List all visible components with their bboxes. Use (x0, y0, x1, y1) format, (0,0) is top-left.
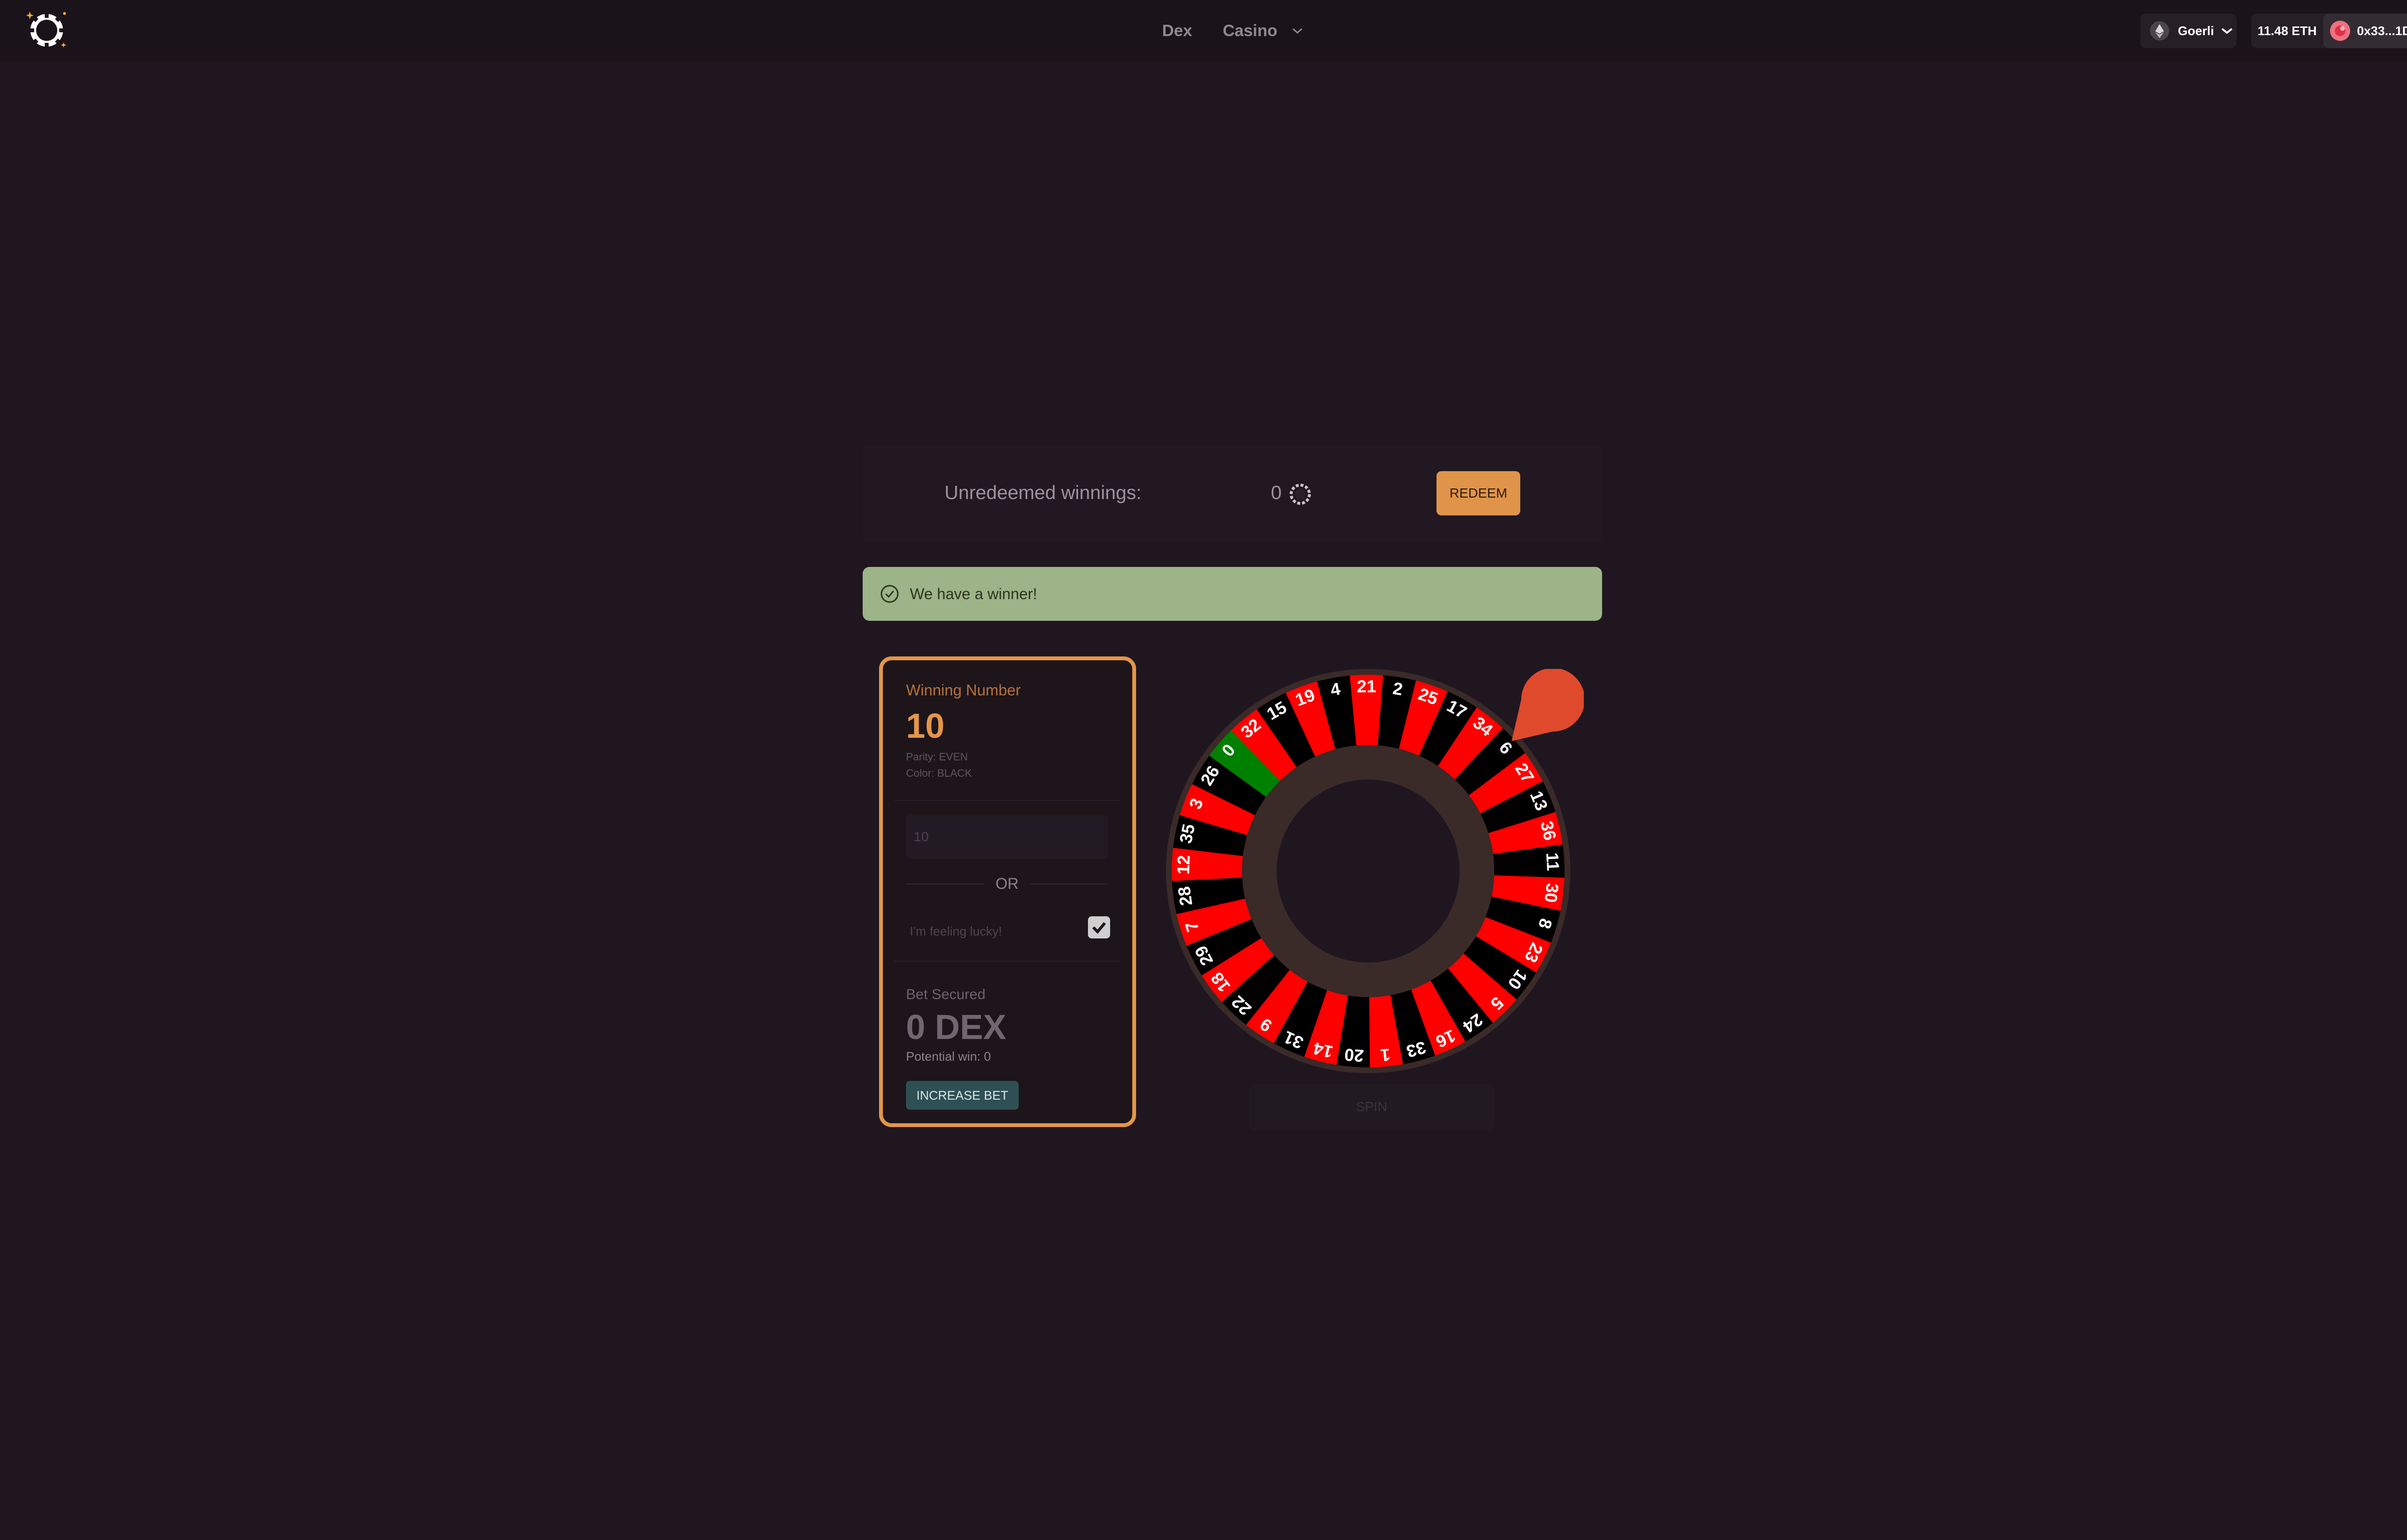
potential-win: Potential win: 0 (906, 1049, 991, 1064)
bet-secured-label: Bet Secured (906, 987, 986, 1002)
alert-message: We have a winner! (910, 585, 1037, 603)
wheel-number: 11 (1542, 852, 1563, 871)
wheel-number: 20 (1344, 1045, 1364, 1066)
increase-bet-button[interactable]: INCREASE BET (906, 1081, 1019, 1110)
eth-balance: 11.48 ETH (2257, 23, 2317, 38)
or-divider: OR (906, 875, 1108, 893)
nav-casino[interactable]: Casino (1223, 0, 1303, 62)
network-name: Goerli (2178, 23, 2214, 38)
account-button[interactable]: 0x33...1D99 (2323, 13, 2407, 48)
nav-dex-label: Dex (1162, 21, 1192, 40)
chip-icon (1290, 484, 1311, 505)
wheel-number: 35 (1176, 822, 1199, 846)
winnings-label: Unredeemed winnings: (945, 482, 1142, 503)
nav-casino-label: Casino (1223, 21, 1278, 40)
casino-chip-logo-icon[interactable] (25, 9, 68, 52)
bet-secured-value: 0 DEX (906, 1008, 1007, 1047)
wallet-pill[interactable]: 11.48 ETH 0x33...1D99 (2251, 13, 2407, 48)
spin-button[interactable]: SPIN (1249, 1084, 1494, 1130)
or-label: OR (996, 875, 1019, 892)
chevron-down-icon (2221, 28, 2233, 34)
divider (894, 961, 1121, 962)
color-text: Color: BLACK (906, 767, 972, 779)
parity-text: Parity: EVEN (906, 751, 968, 763)
wheel-hub (1277, 780, 1460, 962)
nav-dex[interactable]: Dex (1162, 0, 1192, 62)
lucky-label: I'm feeling lucky! (910, 924, 1002, 938)
winnings-card: Unredeemed winnings: 0 REDEEM (863, 446, 1602, 542)
bet-panel: Winning Number 10 Parity: EVEN Color: BL… (879, 656, 1136, 1127)
wheel-number: 30 (1541, 882, 1563, 904)
wheel-number: 21 (1357, 676, 1376, 696)
redeem-button[interactable]: REDEEM (1436, 471, 1520, 515)
chevron-down-icon (1293, 28, 1303, 34)
check-circle-icon (880, 585, 899, 603)
wheel-number: 12 (1173, 855, 1193, 874)
wheel-number: 28 (1174, 885, 1196, 907)
winning-number-value: 10 (906, 707, 945, 745)
account-address: 0x33...1D99 (2357, 23, 2407, 38)
top-bar: Dex Casino Goerli 11.48 ETH 0x33...1D99 (0, 0, 2407, 62)
bet-number-input[interactable] (906, 815, 1108, 859)
lucky-checkbox[interactable] (1088, 916, 1110, 938)
avatar (2330, 21, 2350, 41)
winning-number-label: Winning Number (906, 681, 1021, 699)
winner-alert: We have a winner! (863, 567, 1602, 621)
wheel-number: 1 (1380, 1045, 1391, 1065)
divider (894, 800, 1121, 801)
network-selector[interactable]: Goerli (2140, 13, 2237, 48)
ethereum-icon (2150, 21, 2169, 40)
wheel-pointer-icon (1512, 669, 1584, 741)
winnings-amount: 0 (1271, 482, 1282, 503)
